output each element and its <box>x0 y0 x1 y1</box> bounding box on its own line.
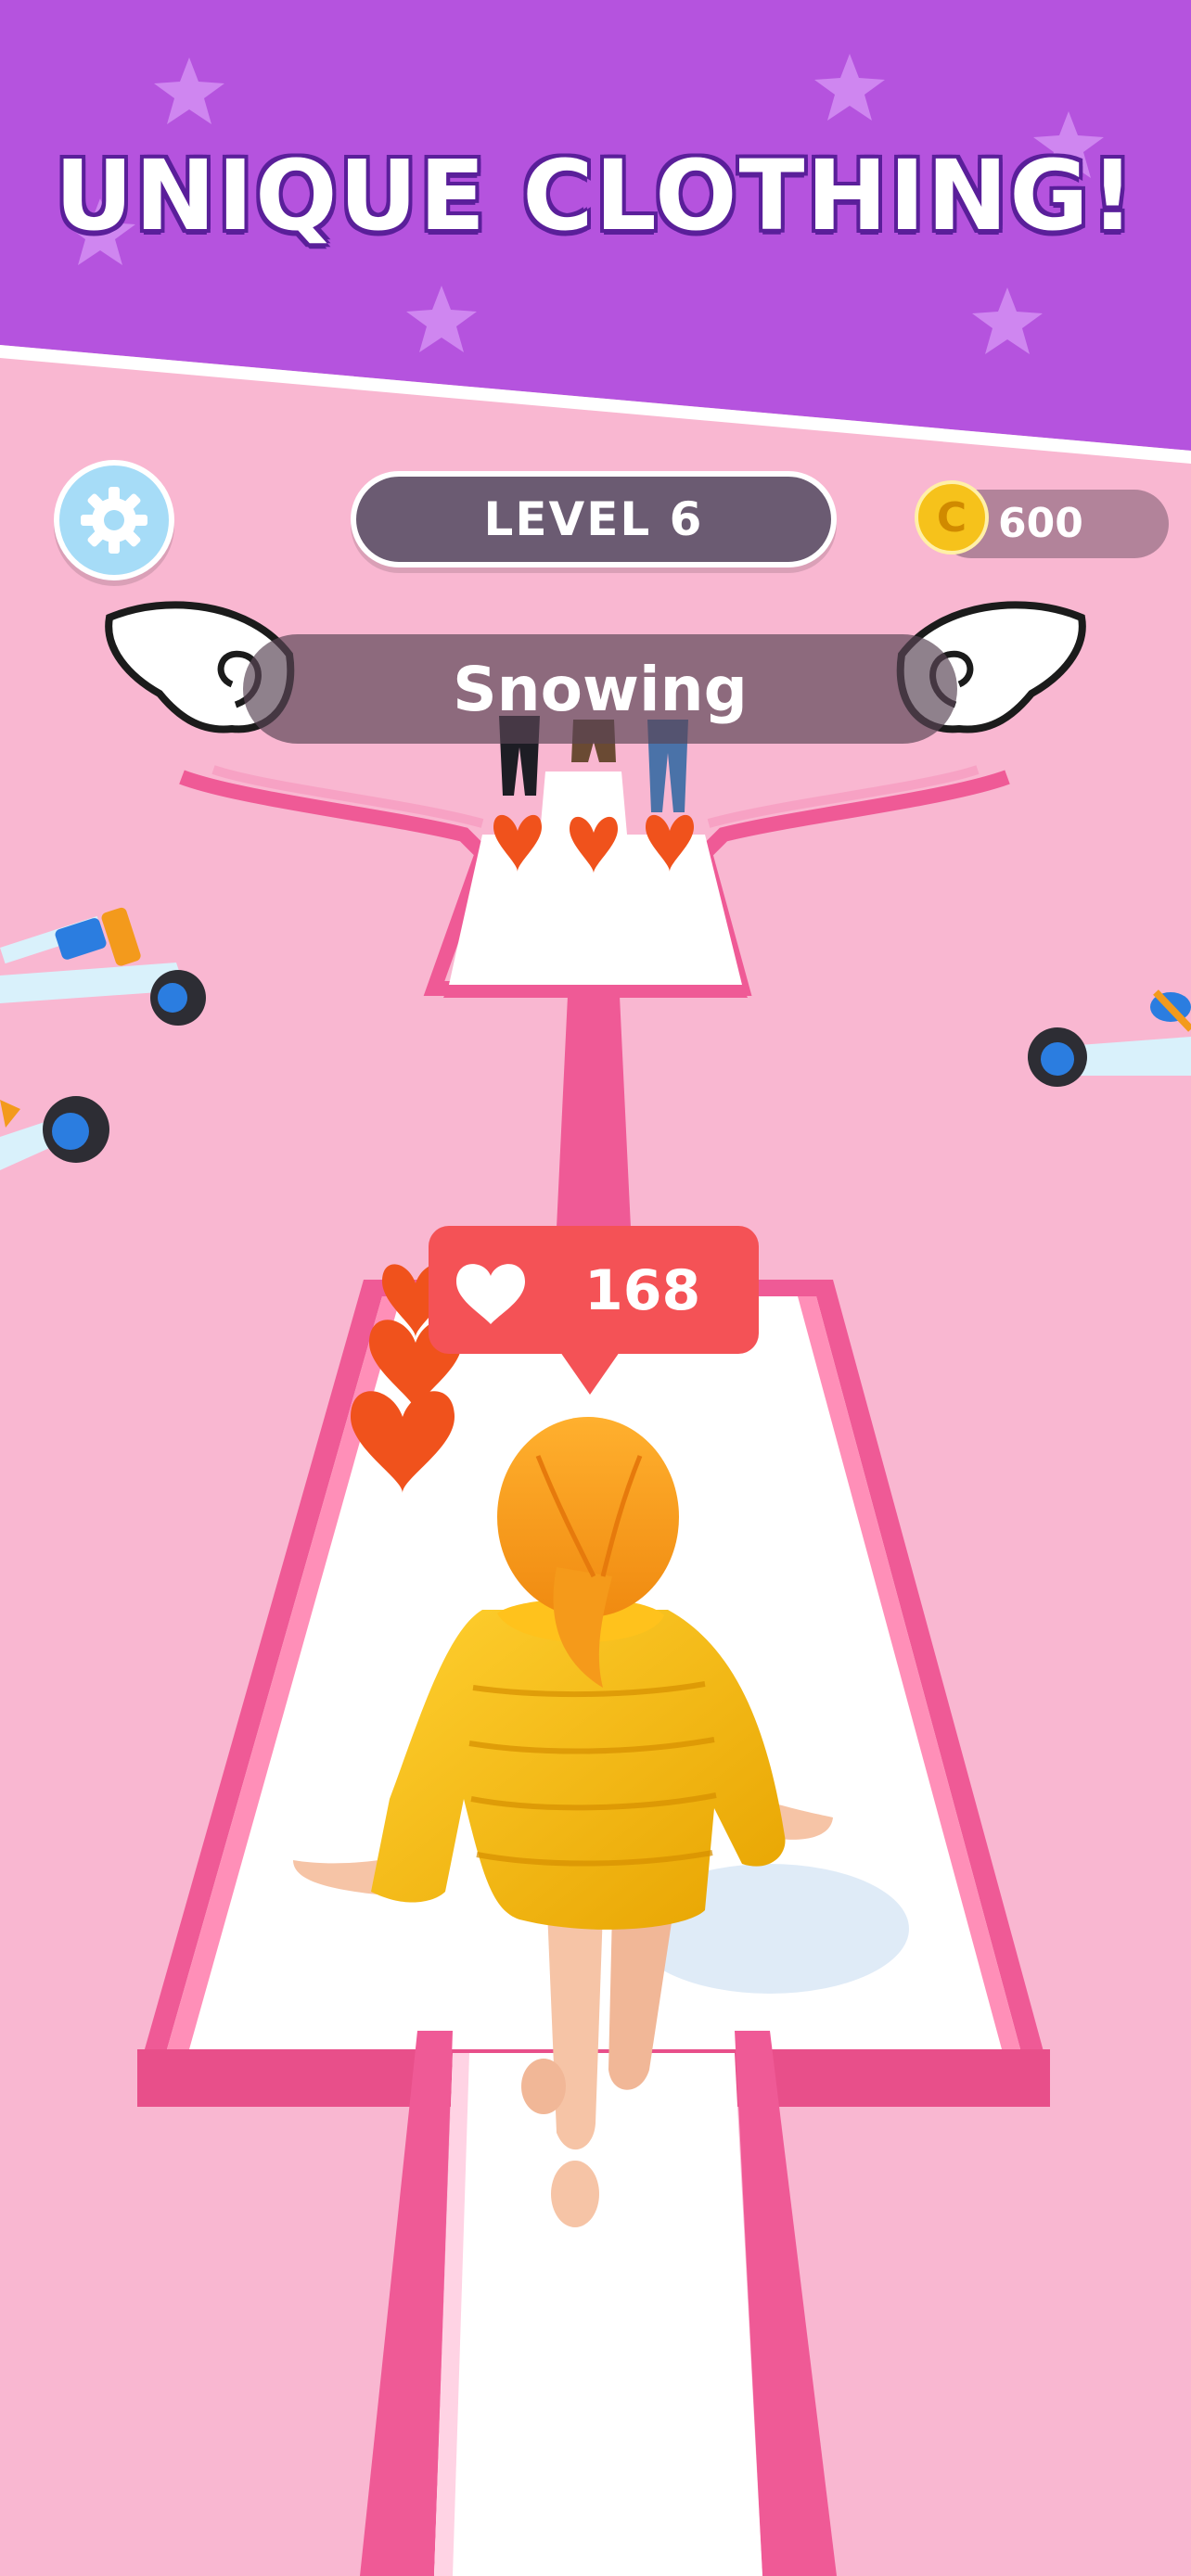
connector-ramp <box>557 996 631 1228</box>
level-label: LEVEL 6 <box>483 492 704 546</box>
gear-icon <box>81 487 147 554</box>
like-count: 168 <box>584 1258 701 1323</box>
banner-title: UNIQUE CLOTHING! <box>54 139 1137 252</box>
level-indicator: LEVEL 6 <box>351 471 837 567</box>
settings-button[interactable] <box>54 460 174 580</box>
coin-icon: C <box>915 480 989 555</box>
coin-value: 600 <box>998 500 1083 547</box>
weather-banner: Snowing <box>243 634 957 744</box>
like-bubble-tail <box>560 1352 620 1395</box>
heart-icon <box>456 1264 525 1324</box>
lower-track <box>360 2031 837 2576</box>
weather-label: Snowing <box>453 653 748 725</box>
coin-symbol: C <box>936 493 967 542</box>
